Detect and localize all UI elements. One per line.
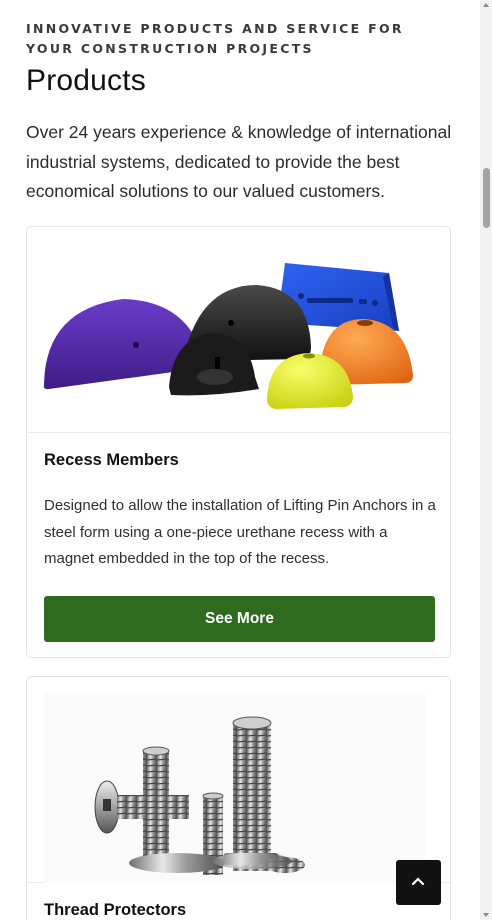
scrollbar-thumb[interactable] — [483, 168, 490, 228]
back-to-top-button[interactable] — [396, 860, 441, 905]
scrollbar[interactable] — [480, 0, 492, 920]
page-title: Products — [26, 64, 146, 97]
product-description: Designed to allow the installation of Li… — [44, 497, 436, 567]
thread-protectors-image — [27, 677, 450, 883]
products-page: INNOVATIVE PRODUCTS AND SERVICE FOR YOUR… — [0, 0, 480, 920]
scroll-up-arrow-icon[interactable] — [483, 3, 489, 7]
see-more-button[interactable]: See More — [44, 596, 435, 642]
chevron-up-icon — [411, 877, 425, 886]
section-eyebrow: INNOVATIVE PRODUCTS AND SERVICE FOR YOUR… — [26, 21, 404, 56]
product-title: Thread Protectors — [44, 901, 187, 919]
product-card-recess-members: Recess Members Designed to allow the ins… — [26, 226, 451, 658]
product-title: Recess Members — [44, 451, 179, 469]
recess-members-image — [27, 227, 450, 433]
product-card-thread-protectors: Thread Protectors — [26, 676, 451, 920]
scroll-down-arrow-icon[interactable] — [483, 913, 489, 917]
intro-text: Over 24 years experience & knowledge of … — [26, 122, 452, 201]
